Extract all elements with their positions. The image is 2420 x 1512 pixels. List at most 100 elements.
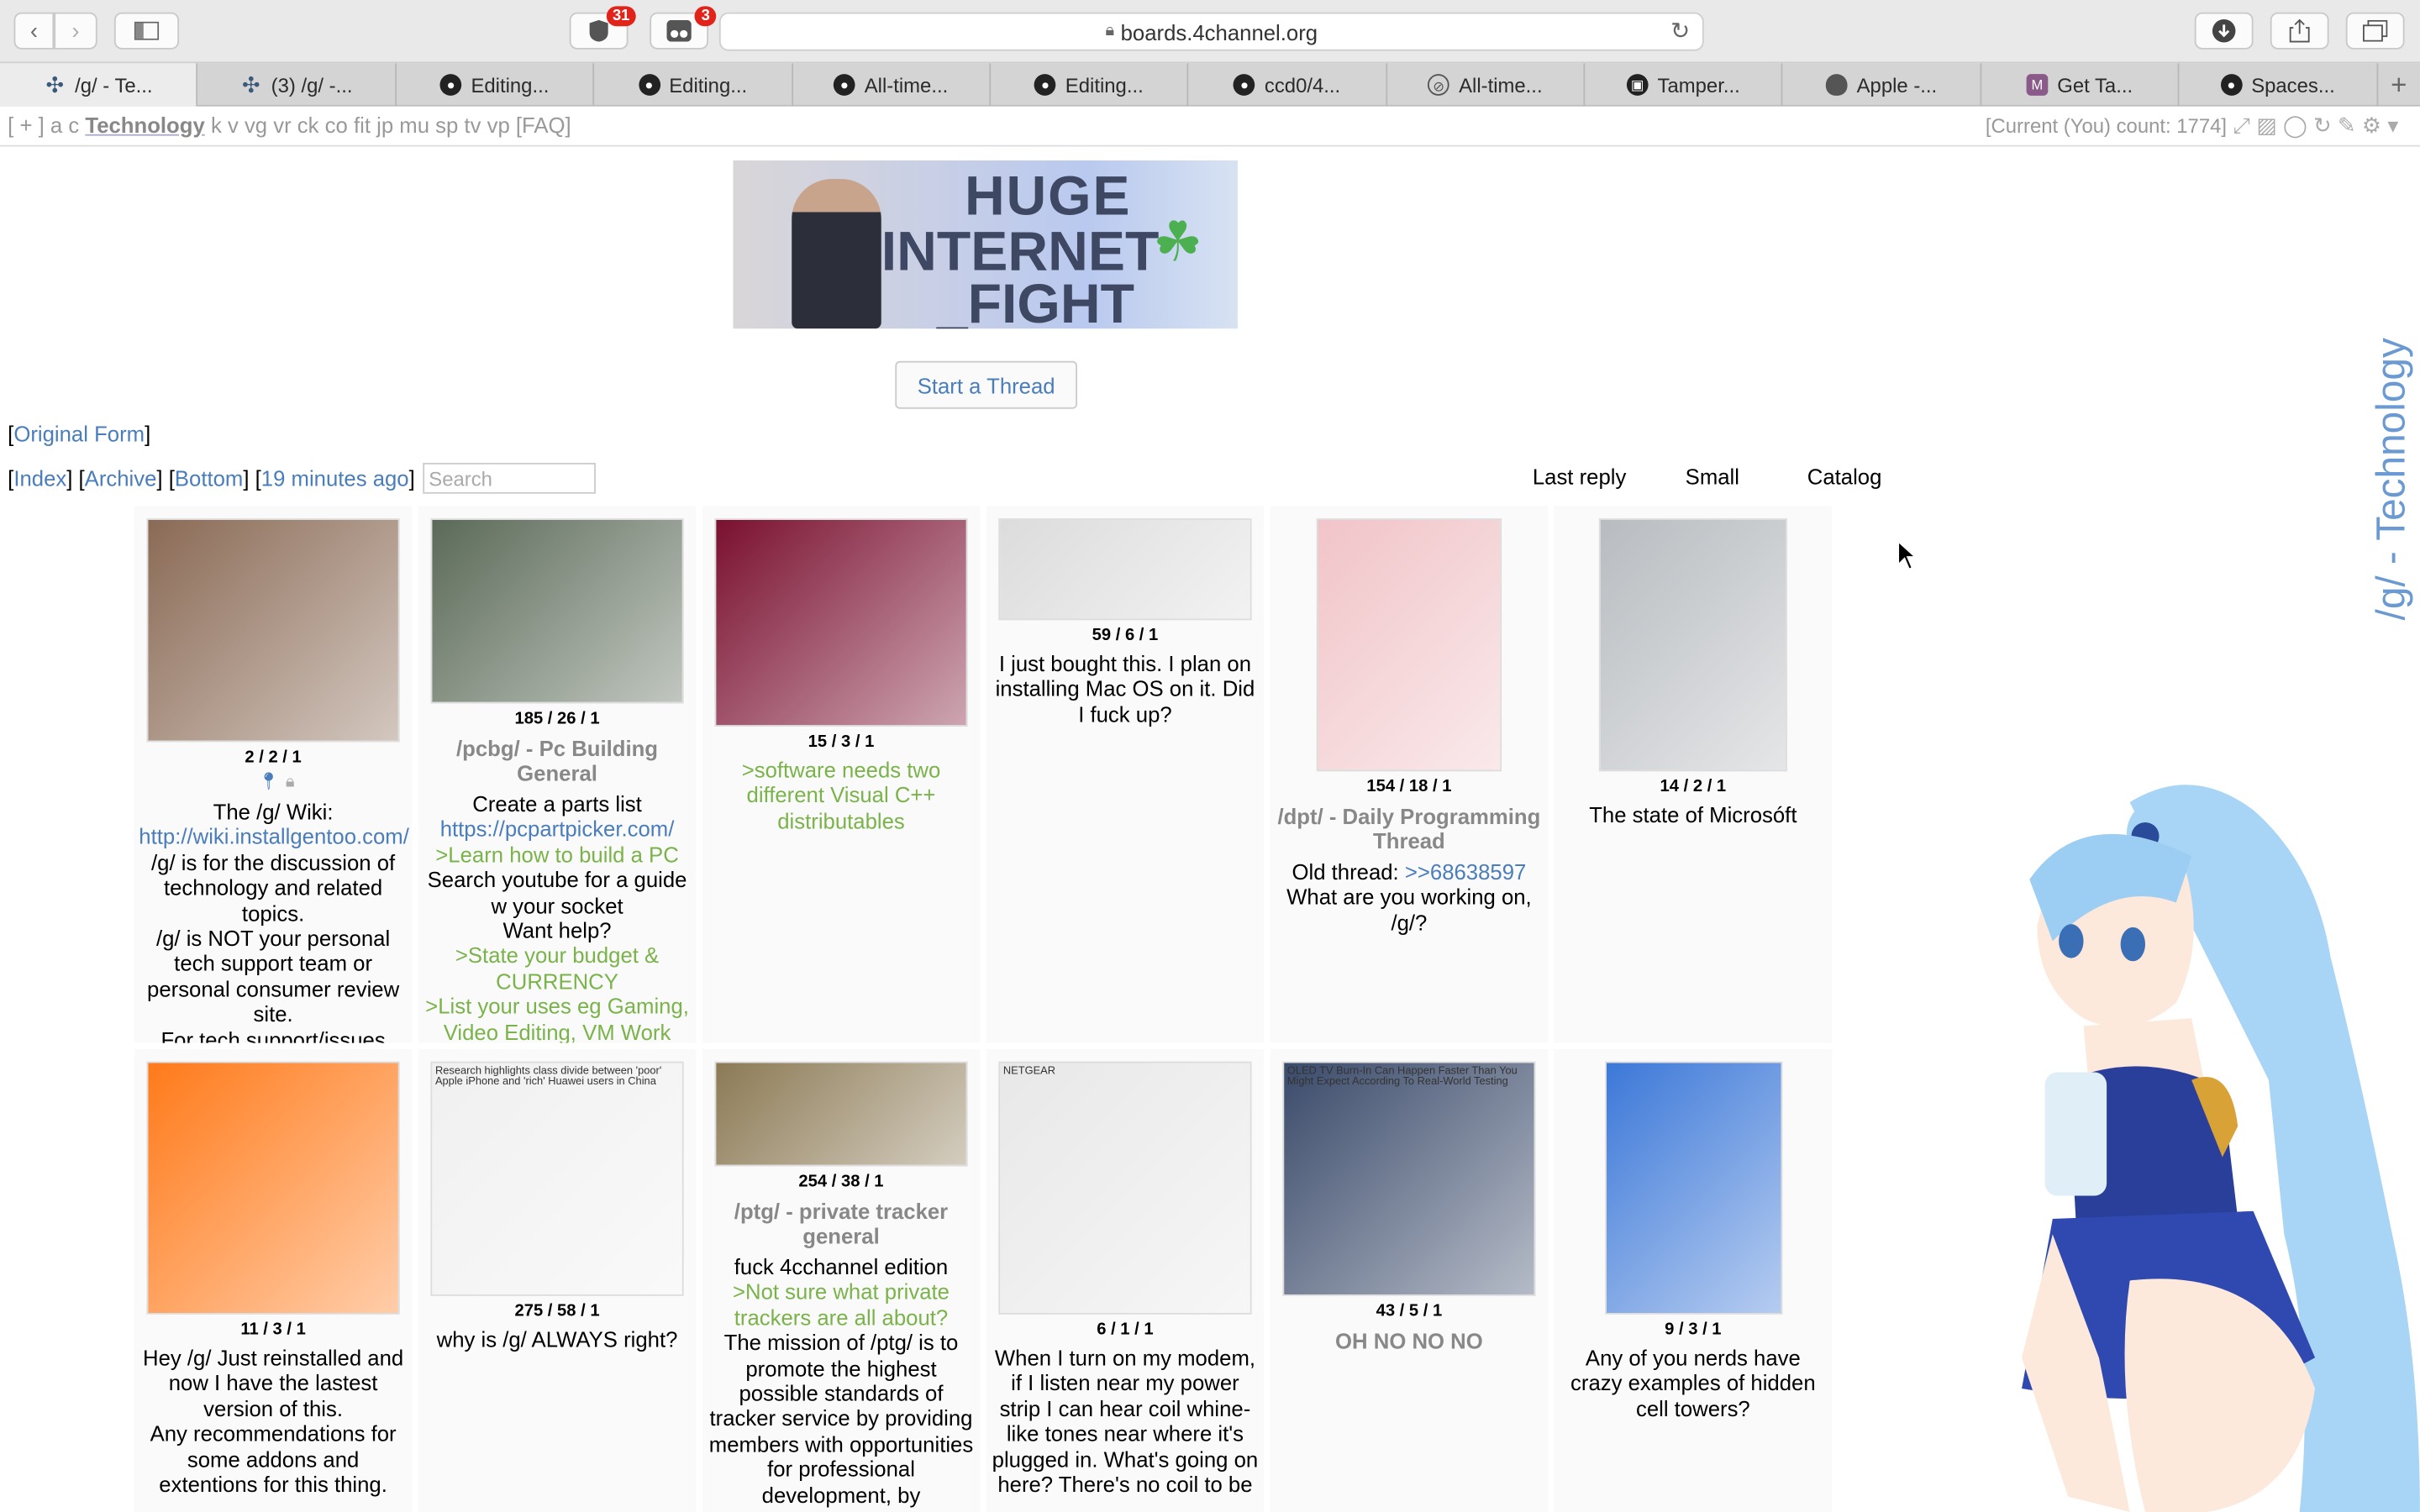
- catalog-thread[interactable]: 15 / 3 / 1 >software needs two different …: [702, 506, 981, 1043]
- tab-strip: ✣ /g/ - Te... ✣ (3) /g/ -... ● Editing... ● Edi…: [0, 63, 2420, 107]
- catalog-thread[interactable]: 254 / 38 / 1/ptg/ - private tracker gene…: [702, 1048, 981, 1512]
- thread-thumbnail[interactable]: NETGEAR: [998, 1061, 1252, 1315]
- catalog-thread[interactable]: 9 / 3 / 1 Any of you nerds have crazy exa…: [1554, 1048, 1833, 1512]
- catalog-thread[interactable]: NETGEAR 6 / 1 / 1 When I turn on my modem,…: [986, 1048, 1265, 1512]
- thread-thumbnail[interactable]: [998, 518, 1252, 621]
- sort-catalog[interactable]: Catalog: [1807, 465, 1882, 489]
- thread-stats: 275 / 58 / 1: [514, 1302, 600, 1321]
- excerpt-link[interactable]: https://pcpartpicker.com/: [423, 816, 692, 842]
- tab-2[interactable]: ✣ (3) /g/ -...: [198, 63, 397, 107]
- new-tab-button[interactable]: +: [2377, 63, 2420, 106]
- catalog-thread[interactable]: 185 / 26 / 1/pcbg/ - Pc Building General…: [418, 506, 697, 1043]
- share-button[interactable]: [2270, 12, 2329, 50]
- catalog-thread[interactable]: Research highlights class divide between…: [418, 1048, 697, 1512]
- tab-label: ccd0/4...: [1264, 73, 1341, 97]
- thread-title: /dpt/ - Daily Programming Thread: [1277, 803, 1541, 853]
- tabs-overview-button[interactable]: [2345, 12, 2405, 50]
- excerpt-text: Search youtube for a guide w your socket: [427, 867, 687, 918]
- downloads-button[interactable]: [2194, 12, 2254, 50]
- tab-9[interactable]: ▣ Tamper...: [1585, 63, 1784, 107]
- thread-thumbnail[interactable]: [430, 518, 684, 704]
- tab-8[interactable]: ⊘ All-time...: [1387, 63, 1586, 107]
- sort-small[interactable]: Small: [1686, 465, 1739, 489]
- catalog-thread[interactable]: 154 / 18 / 1/dpt/ - Daily Programming Th…: [1270, 506, 1549, 1043]
- browser-toolbar: ‹ › 31 3 🔒︎ boards.4channel.org ↻: [0, 0, 2420, 64]
- board-banner[interactable]: HUGE INTERNET _FIGHT ☘: [733, 160, 1239, 329]
- chat-icon[interactable]: ◯: [2283, 113, 2307, 139]
- download-icon: [2212, 18, 2236, 43]
- board-nav-prefix[interactable]: [ + ] a c: [8, 113, 79, 137]
- tab-12[interactable]: ● Spaces...: [2180, 63, 2378, 107]
- thread-thumbnail[interactable]: [1316, 518, 1502, 772]
- catalog-thread[interactable]: 14 / 2 / 1 The state of Microsóft: [1554, 506, 1833, 1043]
- thread-thumbnail[interactable]: [714, 1061, 968, 1167]
- start-thread-button[interactable]: Start a Thread: [895, 360, 1078, 409]
- excerpt-text: I just bought this. I plan on installing…: [995, 651, 1255, 727]
- chevron-down-icon[interactable]: ▾: [2387, 113, 2398, 139]
- extension-button[interactable]: 3: [650, 6, 717, 50]
- thread-thumbnail[interactable]: [1604, 1061, 1782, 1315]
- excerpt-link[interactable]: http://wiki.installgentoo.com/: [139, 825, 409, 850]
- search-input[interactable]: Search: [422, 463, 596, 494]
- ublock-button[interactable]: 31: [569, 6, 636, 50]
- wrench-icon[interactable]: ✎: [2338, 113, 2356, 139]
- forward-button[interactable]: ›: [54, 12, 97, 50]
- catalog-thread[interactable]: 11 / 3 / 1 Hey /g/ Just reinstalled and n…: [134, 1048, 413, 1512]
- tab-label: Editing...: [471, 73, 550, 97]
- catalog-thread[interactable]: 59 / 6 / 1 I just bought this. I plan on …: [986, 506, 1265, 1043]
- thread-thumbnail[interactable]: [146, 1061, 400, 1315]
- address-bar[interactable]: 🔒︎ boards.4channel.org ↻: [718, 12, 1704, 51]
- tab-label: /g/ - Te...: [75, 73, 153, 97]
- sidebar-button[interactable]: [113, 12, 180, 50]
- you-count: [Current (You) count: 1774]: [1985, 113, 2228, 138]
- tab-7[interactable]: ● ccd0/4...: [1189, 63, 1387, 107]
- reload-icon[interactable]: ↻: [1670, 17, 1690, 45]
- forward-icon: ›: [71, 18, 80, 45]
- gear-icon[interactable]: ⚙: [2362, 113, 2381, 139]
- vertical-board-title: /g/ - Technology: [2368, 337, 2415, 620]
- excerpt-text: Want help?: [502, 917, 612, 943]
- index-link[interactable]: Index: [13, 466, 66, 491]
- tab-5[interactable]: ● All-time...: [792, 63, 991, 107]
- expand-icon[interactable]: ⤢: [2233, 113, 2250, 139]
- tab-4[interactable]: ● Editing...: [594, 63, 793, 107]
- excerpt-text: The /g/ Wiki:: [213, 799, 334, 824]
- thread-thumbnail[interactable]: OLED TV Burn-In Can Happen Faster Than Y…: [1282, 1061, 1536, 1296]
- bottom-link[interactable]: Bottom: [175, 466, 243, 491]
- mascot-image: [2022, 785, 2420, 1512]
- thread-stats: 9 / 3 / 1: [1665, 1320, 1722, 1340]
- tab-label: All-time...: [1459, 73, 1543, 97]
- thread-thumbnail[interactable]: Research highlights class divide between…: [430, 1061, 684, 1296]
- thread-thumbnail[interactable]: [146, 518, 400, 743]
- tab-3[interactable]: ● Editing...: [397, 63, 595, 107]
- excerpt-line: What are you working on, /g/?: [1275, 885, 1544, 935]
- thread-thumbnail[interactable]: [1598, 518, 1787, 772]
- excerpt-text: /g/ is for the discussion of technology …: [151, 849, 396, 926]
- tab-10[interactable]: Apple -...: [1783, 63, 1981, 107]
- thread-thumbnail[interactable]: [714, 518, 968, 727]
- tab-6[interactable]: ● Editing...: [991, 63, 1189, 107]
- board-nav-current[interactable]: Technology: [85, 113, 204, 137]
- excerpt-line: I just bought this. I plan on installing…: [991, 651, 1260, 727]
- back-button[interactable]: ‹: [13, 12, 55, 50]
- image-icon[interactable]: ▨: [2256, 113, 2276, 139]
- excerpt-line: /g/ is for the discussion of technology …: [139, 850, 408, 926]
- board-nav-boards[interactable]: k v vg vr ck co fit jp mu sp tv vp [FAQ]: [211, 113, 571, 137]
- thread-excerpt: Any of you nerds have crazy examples of …: [1555, 1346, 1833, 1421]
- sort-last-reply[interactable]: Last reply: [1533, 465, 1626, 489]
- thread-excerpt: >software needs two different Visual C++…: [702, 758, 981, 833]
- compass-icon: ⊘: [1428, 74, 1450, 96]
- quote-link[interactable]: >>68638597: [1405, 859, 1526, 884]
- tab-1[interactable]: ✣ /g/ - Te...: [0, 63, 198, 107]
- excerpt-text: Old thread:: [1292, 859, 1405, 885]
- tab-label: Editing...: [1065, 73, 1144, 97]
- thread-excerpt: Hey /g/ Just reinstalled and now I have …: [134, 1346, 413, 1498]
- thread-excerpt: Old thread: >>68638597 What are you worki…: [1270, 859, 1549, 935]
- catalog-thread[interactable]: OLED TV Burn-In Can Happen Faster Than Y…: [1270, 1048, 1549, 1512]
- refresh-icon[interactable]: ↻: [2313, 113, 2332, 139]
- archive-link[interactable]: Archive: [85, 466, 157, 491]
- tab-11[interactable]: M Get Ta...: [1981, 63, 2180, 107]
- updated-link[interactable]: 19 minutes ago: [261, 466, 409, 491]
- original-form-link[interactable]: Original Form: [13, 421, 145, 445]
- catalog-thread[interactable]: 2 / 2 / 1 📍︎ 🔒︎ The /g/ Wiki: http://wiki.in…: [134, 506, 413, 1043]
